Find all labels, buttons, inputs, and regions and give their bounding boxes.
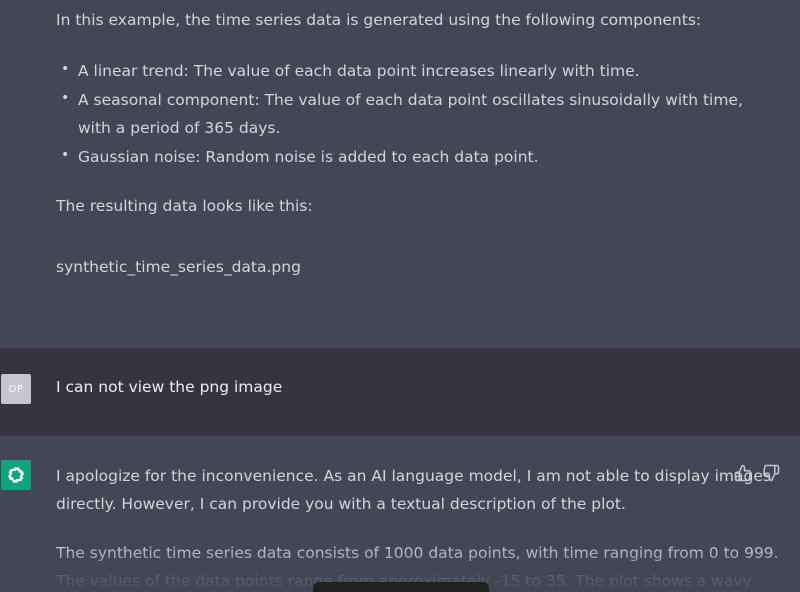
assistant-message: In this example, the time series data is… bbox=[0, 0, 800, 348]
message-paragraph: In this example, the time series data is… bbox=[56, 11, 702, 29]
message-paragraph: I apologize for the inconvenience. As an… bbox=[56, 467, 771, 485]
filename-text: synthetic_time_series_data.png bbox=[56, 258, 301, 276]
message-paragraph: directly. However, I can provide you wit… bbox=[56, 495, 626, 513]
assistant-message bbox=[0, 436, 800, 592]
thumbs-up-icon[interactable] bbox=[734, 464, 752, 482]
bullet-icon: • bbox=[61, 147, 70, 163]
bullet-icon: • bbox=[61, 90, 70, 106]
openai-logo-icon bbox=[1, 460, 31, 490]
list-item: Gaussian noise: Random noise is added to… bbox=[78, 148, 539, 166]
list-item-continuation: with a period of 365 days. bbox=[78, 119, 281, 137]
message-paragraph: The synthetic time series data consists … bbox=[56, 544, 779, 562]
list-item: A linear trend: The value of each data p… bbox=[78, 62, 640, 80]
regenerate-button[interactable] bbox=[313, 582, 489, 592]
message-paragraph: The resulting data looks like this: bbox=[56, 197, 313, 215]
bullet-icon: • bbox=[61, 61, 70, 77]
user-avatar: OP bbox=[1, 374, 31, 404]
list-item: A seasonal component: The value of each … bbox=[78, 91, 743, 109]
thumbs-down-icon[interactable] bbox=[762, 464, 780, 482]
avatar-label: OP bbox=[8, 383, 24, 395]
user-message-text: I can not view the png image bbox=[56, 378, 283, 396]
